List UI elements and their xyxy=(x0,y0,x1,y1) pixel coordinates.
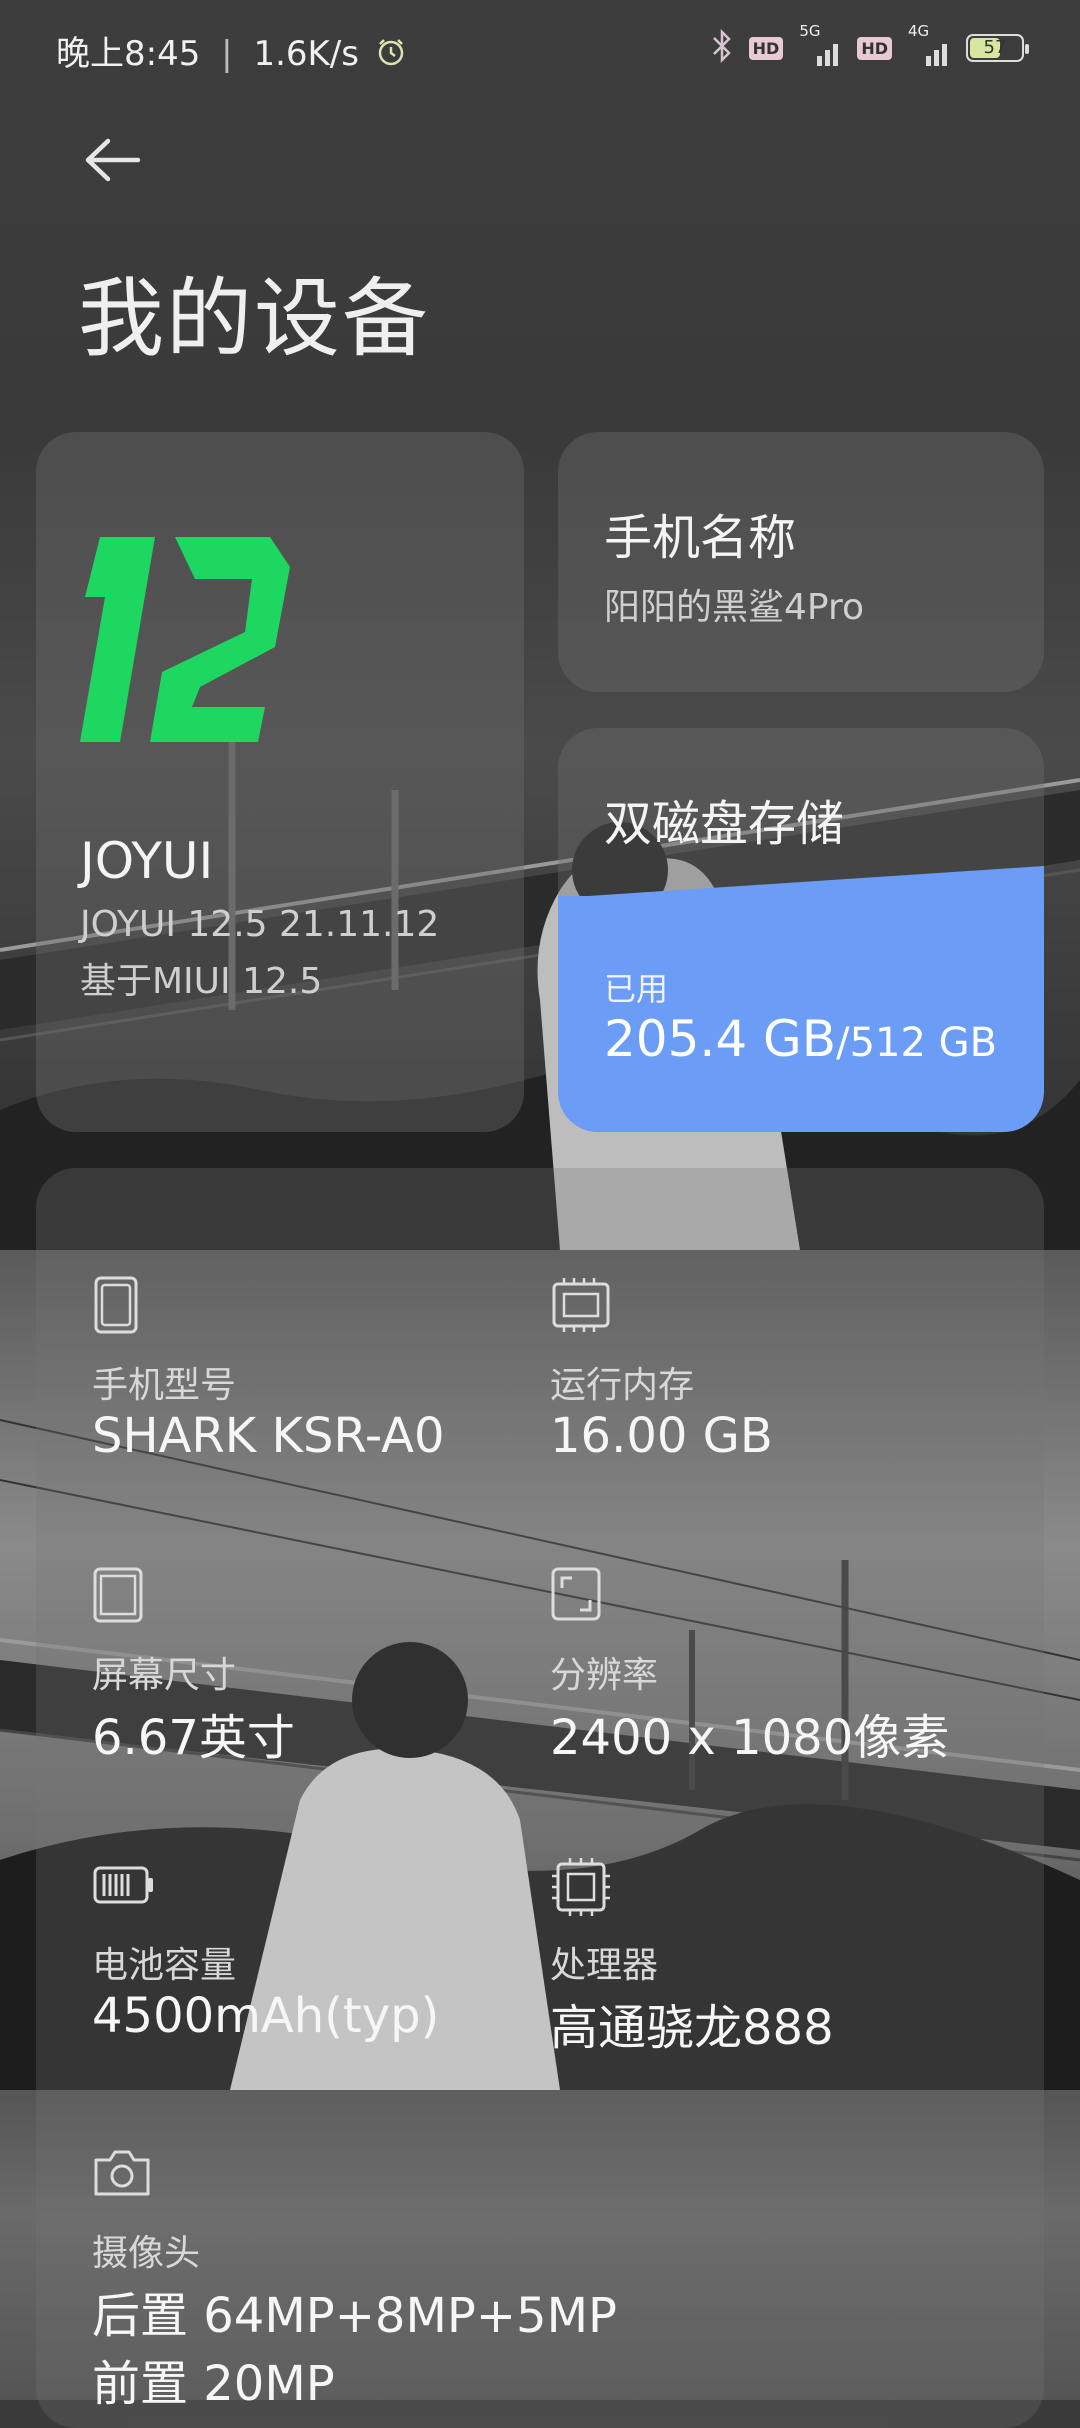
os-name: JOYUI xyxy=(80,832,214,890)
phone-icon xyxy=(92,1276,140,1338)
processor-icon xyxy=(550,1856,612,1922)
memory-chip-icon xyxy=(550,1276,612,1338)
device-name-label: 手机名称 xyxy=(604,510,797,566)
os-version: JOYUI 12.5 21.11.12 xyxy=(80,904,440,945)
page-title: 我的设备 xyxy=(78,269,430,369)
spec-label: 运行内存 xyxy=(550,1365,695,1406)
spec-value: 16.00 GB xyxy=(550,1408,773,1464)
screen-icon xyxy=(92,1566,144,1628)
signal-5g-icon: 5G xyxy=(797,22,843,68)
os-version-card[interactable]: JOYUI JOYUI 12.5 21.11.12 基于MIUI 12.5 xyxy=(36,432,524,1132)
resolution-icon xyxy=(550,1566,602,1628)
storage-used-value: 205.4 GB/512 GB xyxy=(604,1010,997,1068)
status-time-speed: 晚上8:45 | 1.6K/s xyxy=(56,26,406,76)
back-arrow-icon xyxy=(85,138,141,182)
spec-value: 后置 64MP+8MP+5MP xyxy=(92,2288,617,2344)
spec-value: 4500mAh(typ) xyxy=(92,1988,440,2044)
signal-4g-icon: 4G xyxy=(906,22,952,68)
specs-card: 手机型号 SHARK KSR-A0 运行内存 16.00 GB 屏幕尺寸 6.6… xyxy=(36,1168,1044,2428)
status-time: 晚上8:45 xyxy=(56,34,201,74)
hd-badge-2: HD xyxy=(857,36,892,60)
device-name-card[interactable]: 手机名称 阳阳的黑鲨4Pro xyxy=(558,432,1044,692)
hd-badge: HD xyxy=(748,36,784,60)
camera-icon xyxy=(92,2144,152,2204)
alarm-icon xyxy=(376,36,406,76)
spec-label: 电池容量 xyxy=(92,1945,237,1986)
spec-label: 手机型号 xyxy=(92,1365,237,1406)
spec-label: 分辨率 xyxy=(550,1655,659,1696)
spec-value: SHARK KSR-A0 xyxy=(92,1408,445,1464)
device-name-value: 阳阳的黑鲨4Pro xyxy=(604,587,865,628)
back-button[interactable] xyxy=(80,135,144,185)
spec-label: 摄像头 xyxy=(92,2233,201,2274)
storage-total: /512 GB xyxy=(836,1020,998,1066)
os-base: 基于MIUI 12.5 xyxy=(80,961,323,1002)
storage-used-amount: 205.4 GB xyxy=(604,1010,837,1068)
storage-label: 双磁盘存储 xyxy=(604,796,845,852)
spec-value: 高通骁龙888 xyxy=(550,2000,834,2056)
status-bar: 晚上8:45 | 1.6K/s HD 5G HD 4G 57 xyxy=(0,0,1080,96)
spec-value-secondary: 前置 20MP xyxy=(92,2356,335,2412)
spec-label: 处理器 xyxy=(550,1945,659,1986)
joyui-logo xyxy=(80,537,290,751)
spec-value: 2400 x 1080像素 xyxy=(550,1710,950,1766)
storage-card[interactable]: 双磁盘存储 已用 205.4 GB/512 GB xyxy=(558,728,1044,1132)
battery-indicator: 57 xyxy=(966,34,1029,62)
battery-icon xyxy=(92,1856,156,1918)
bluetooth-icon xyxy=(709,28,735,67)
storage-used-label: 已用 xyxy=(604,970,669,1008)
spec-value: 6.67英寸 xyxy=(92,1710,295,1766)
network-speed: 1.6K/s xyxy=(253,34,359,74)
spec-label: 屏幕尺寸 xyxy=(92,1655,237,1696)
